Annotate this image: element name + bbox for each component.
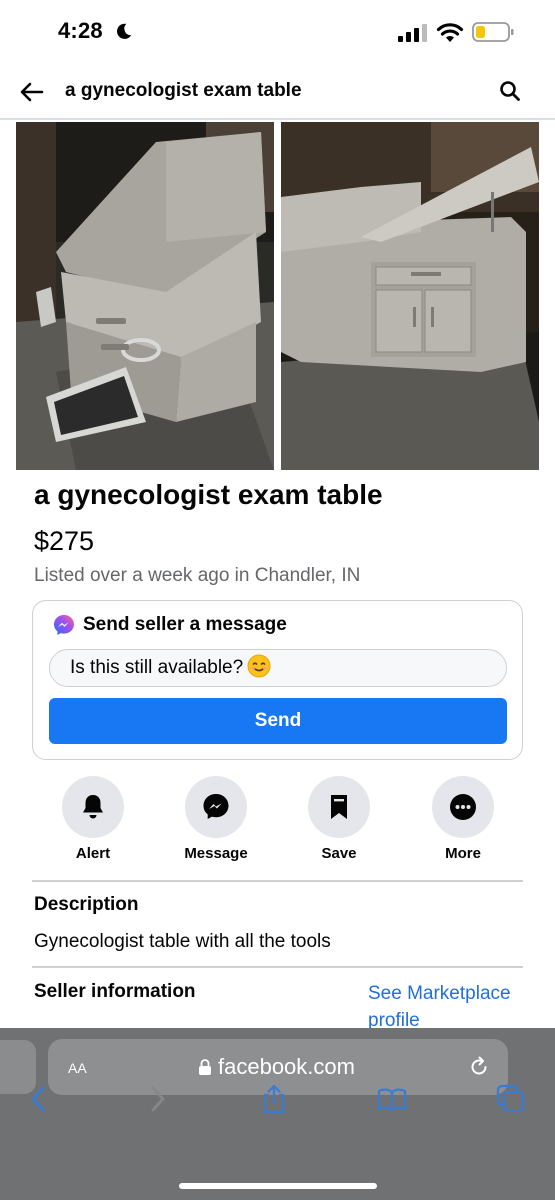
lock-icon (199, 1059, 211, 1075)
message-heading: Send seller a message (83, 614, 287, 635)
text-size-label: AA (68, 1060, 87, 1076)
more-button-circle[interactable] (432, 776, 494, 838)
browser-back-icon[interactable] (24, 1084, 54, 1114)
share-icon[interactable] (259, 1084, 289, 1114)
listing-photo-1[interactable] (16, 122, 274, 470)
divider (32, 966, 523, 968)
status-time: 4:28 (58, 18, 103, 43)
tabs-icon[interactable] (496, 1084, 526, 1114)
see-marketplace-profile-link[interactable]: See Marketplace profile (368, 980, 538, 1034)
bookmark-icon (331, 795, 347, 819)
listing-title: a gynecologist exam table (34, 479, 383, 510)
divider (32, 880, 523, 882)
save-label: Save (321, 845, 357, 862)
alert-button-circle[interactable] (62, 776, 124, 838)
status-bar: 4:28 (0, 0, 555, 62)
message-label: Message (184, 845, 248, 862)
cellular-signal-icon (398, 24, 427, 42)
smiling-face-emoji (247, 654, 271, 678)
listing-meta: Listed over a week ago in Chandler, IN (34, 565, 361, 586)
alert-label: Alert (75, 845, 111, 862)
bell-icon (83, 795, 103, 819)
message-button[interactable]: Message (161, 776, 271, 868)
header-title: a gynecologist exam table (65, 80, 302, 101)
search-icon[interactable] (498, 79, 522, 103)
message-input[interactable]: Is this still available? (49, 649, 507, 687)
messenger-icon (54, 615, 74, 635)
back-arrow-icon[interactable] (18, 78, 46, 106)
battery-low-icon (472, 22, 514, 42)
app-header: a gynecologist exam table (0, 64, 555, 120)
wifi-icon (436, 23, 464, 42)
save-button[interactable]: Save (284, 776, 394, 868)
send-message-card: Send seller a message Is this still avai… (32, 600, 523, 760)
description-heading: Description (34, 894, 139, 915)
seller-info-heading: Seller information (34, 981, 196, 1002)
moon-icon (117, 23, 132, 39)
save-button-circle[interactable] (308, 776, 370, 838)
message-button-circle[interactable] (185, 776, 247, 838)
message-input-text: Is this still available? (70, 657, 244, 678)
send-button[interactable]: Send (49, 698, 507, 744)
description-text: Gynecologist table with all the tools (34, 931, 331, 952)
messenger-icon (203, 794, 229, 819)
more-label: More (445, 845, 481, 862)
more-button[interactable]: More (408, 776, 518, 868)
home-indicator (179, 1183, 377, 1189)
alert-button[interactable]: Alert (38, 776, 148, 868)
listing-photo-2[interactable] (281, 122, 539, 470)
reload-icon[interactable] (468, 1056, 490, 1078)
more-icon (450, 794, 476, 820)
listing-price: $275 (34, 526, 95, 556)
url-text: facebook.com (218, 1054, 355, 1079)
bookmarks-icon[interactable] (377, 1084, 407, 1114)
browser-forward-icon[interactable] (142, 1084, 172, 1114)
browser-toolbar: AA facebook.com (0, 1028, 555, 1200)
text-size-button[interactable]: AA (68, 1056, 87, 1079)
